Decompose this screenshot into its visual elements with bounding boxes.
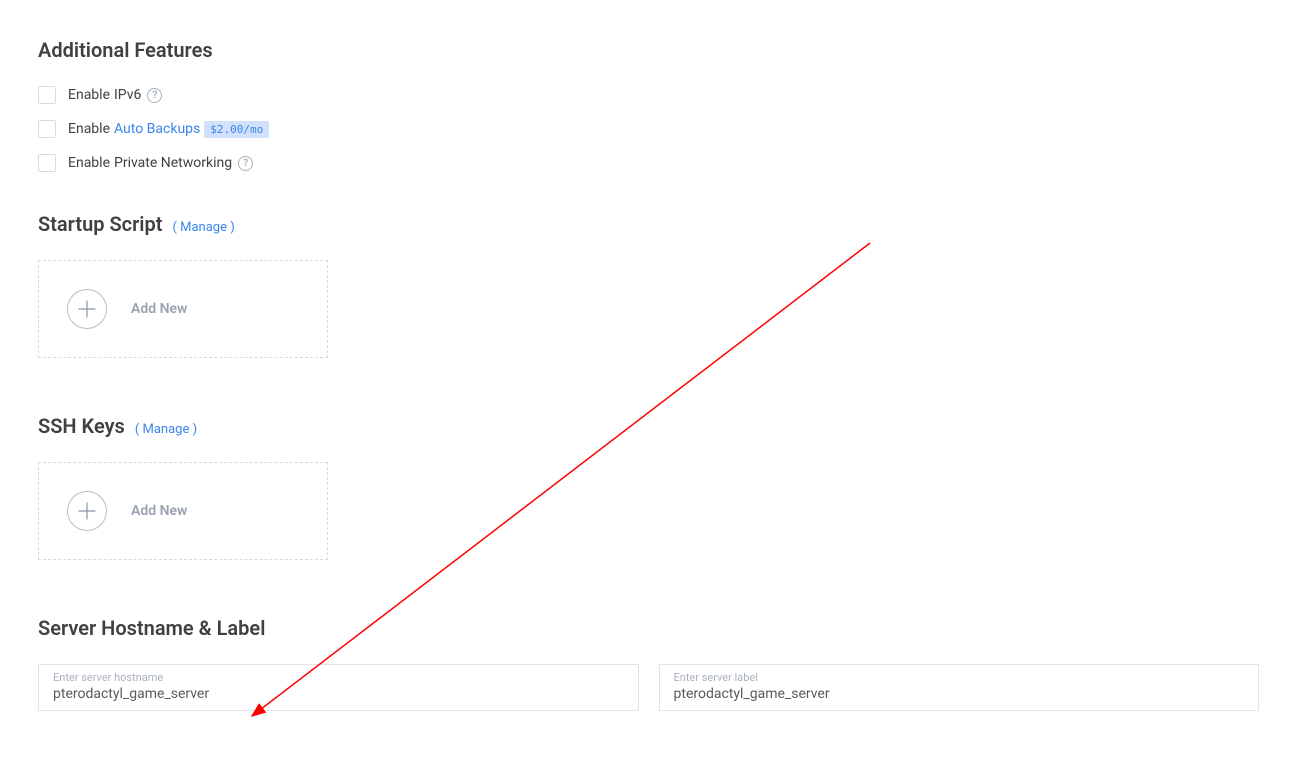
startup-add-card[interactable]: Add New: [38, 260, 328, 358]
additional-features-heading-text: Additional Features: [38, 38, 213, 62]
ssh-add-label: Add New: [131, 503, 187, 519]
hostname-label-heading: Server Hostname & Label: [38, 616, 1259, 640]
feature-privnet-suffix: Private Networking: [114, 155, 232, 171]
feature-privnet-checkbox[interactable]: [38, 154, 56, 172]
feature-ipv6-label: Enable IPv6 ?: [68, 87, 162, 103]
hostname-label-row: Enter server hostname Enter server label: [38, 664, 1259, 711]
startup-script-heading: Startup Script ( Manage ): [38, 212, 1259, 236]
plus-icon: [67, 289, 107, 329]
feature-autobackups-row: Enable Auto Backups $2.00/mo: [38, 120, 1259, 138]
label-field-wrap[interactable]: Enter server label: [659, 664, 1260, 711]
additional-features-heading: Additional Features: [38, 38, 1259, 62]
startup-script-heading-text: Startup Script: [38, 212, 162, 236]
ssh-keys-heading: SSH Keys ( Manage ): [38, 414, 1259, 438]
startup-add-label: Add New: [131, 301, 187, 317]
ssh-add-card[interactable]: Add New: [38, 462, 328, 560]
annotation-arrow-icon: [240, 238, 880, 728]
feature-ipv6-suffix: IPv6: [114, 87, 141, 103]
ssh-manage-link[interactable]: ( Manage ): [135, 422, 197, 437]
hostname-field-wrap[interactable]: Enter server hostname: [38, 664, 639, 711]
label-mini-label: Enter server label: [674, 671, 1245, 684]
feature-privnet-row: Enable Private Networking ?: [38, 154, 1259, 172]
feature-ipv6-row: Enable IPv6 ?: [38, 86, 1259, 104]
hostname-mini-label: Enter server hostname: [53, 671, 624, 684]
help-icon[interactable]: ?: [238, 156, 253, 171]
feature-autobackups-prefix: Enable: [68, 121, 110, 137]
label-input[interactable]: [674, 686, 1245, 702]
help-icon[interactable]: ?: [147, 88, 162, 103]
features-list: Enable IPv6 ? Enable Auto Backups $2.00/…: [38, 86, 1259, 172]
feature-autobackups-link[interactable]: Auto Backups: [114, 121, 200, 137]
price-badge: $2.00/mo: [204, 121, 269, 138]
feature-ipv6-prefix: Enable: [68, 87, 110, 103]
startup-manage-link[interactable]: ( Manage ): [172, 220, 234, 235]
feature-autobackups-label: Enable Auto Backups $2.00/mo: [68, 121, 269, 138]
feature-autobackups-checkbox[interactable]: [38, 120, 56, 138]
ssh-keys-heading-text: SSH Keys: [38, 414, 125, 438]
feature-ipv6-checkbox[interactable]: [38, 86, 56, 104]
plus-icon: [67, 491, 107, 531]
feature-privnet-label: Enable Private Networking ?: [68, 155, 253, 171]
feature-privnet-prefix: Enable: [68, 155, 110, 171]
hostname-input[interactable]: [53, 686, 624, 702]
